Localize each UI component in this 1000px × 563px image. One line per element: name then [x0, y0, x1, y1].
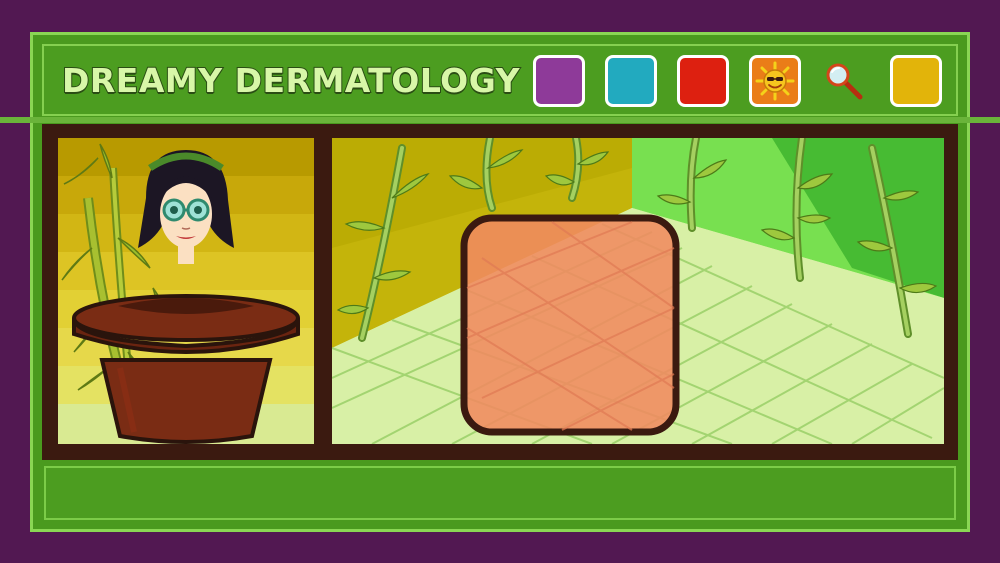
red-swatch[interactable] [677, 55, 729, 107]
header-divider [0, 117, 1000, 123]
bamboo-room [332, 138, 944, 444]
patient-panel [58, 138, 314, 444]
purple-swatch[interactable] [533, 55, 585, 107]
mirror-button[interactable] [818, 55, 870, 107]
hand-mirror-icon [826, 63, 863, 100]
teal-swatch[interactable] [605, 55, 657, 107]
sun-icon [755, 61, 795, 101]
footer-bar [44, 466, 956, 520]
treatment-scene [332, 138, 944, 444]
game-title: DREAMY DERMATOLOGY [61, 60, 521, 101]
sun-button[interactable] [749, 55, 801, 107]
patient-scene [58, 138, 314, 444]
yellow-swatch[interactable] [890, 55, 942, 107]
skin-patch[interactable] [460, 214, 680, 436]
